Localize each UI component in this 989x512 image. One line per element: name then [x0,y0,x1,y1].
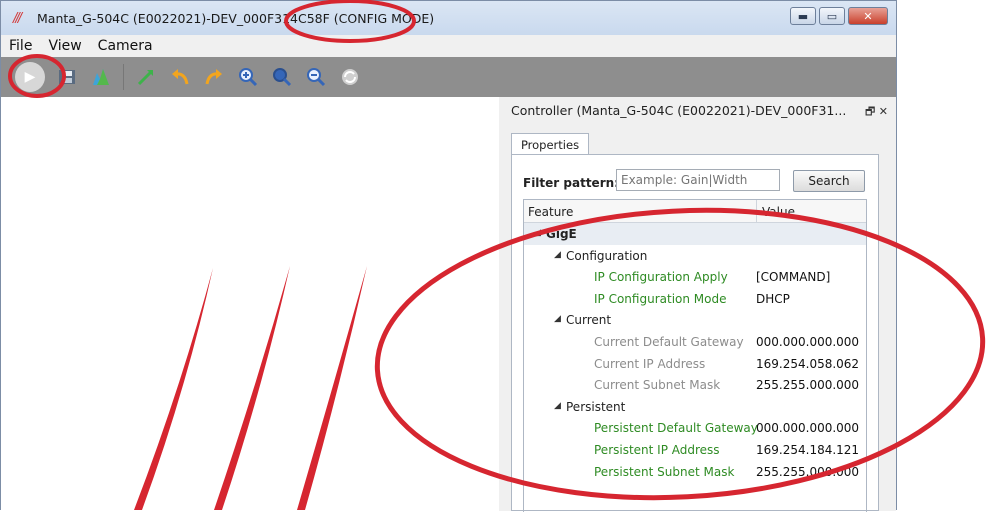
menu-view[interactable]: View [40,38,89,54]
fit-icon[interactable] [134,65,158,89]
expand-arrow-icon[interactable]: ◢ [554,250,561,260]
tree-row[interactable]: IP Configuration Apply [COMMAND] [524,266,866,288]
play-icon[interactable]: ▶ [15,62,45,92]
tree-row[interactable]: ◢ Configuration [524,245,866,267]
tree-row[interactable]: IP Configuration Mode DHCP [524,288,866,310]
expand-arrow-icon[interactable]: ◢ [534,228,541,238]
tree-row[interactable]: ◢ GigE [524,223,866,245]
tree-row[interactable]: Current IP Address 169.254.058.062 [524,353,866,375]
minimize-button[interactable]: ▬ [790,7,816,25]
tree-row[interactable]: Current Subnet Mask 255.255.000.000 [524,374,866,396]
tree-row[interactable]: ◢ Current [524,309,866,331]
tree-row[interactable]: Persistent Default Gateway 000.000.000.00… [524,417,866,439]
properties-panel: Filter pattern: Search Feature Value ◢ Gi… [511,154,879,512]
zoom-in-icon[interactable] [236,65,260,89]
tree-row[interactable]: Persistent Subnet Mask 255.255.000.000 [524,461,866,483]
title-bar: /// Manta_G-504C (E0022021)-DEV_000F314C… [1,1,896,35]
tree-row-label: Persistent IP Address [594,442,720,457]
column-divider[interactable] [756,200,757,222]
image-viewer[interactable] [1,97,500,511]
save-icon[interactable] [55,65,79,89]
controller-header: Controller (Manta_G-504C (E0022021)-DEV_… [499,97,896,123]
expand-arrow-icon[interactable]: ◢ [554,314,561,324]
menu-file[interactable]: File [1,38,40,54]
feature-tree[interactable]: Feature Value ◢ GigE ◢ Configuration IP Conf… [523,199,867,512]
tree-row-value: DHCP [756,291,790,306]
tree-row-label: Current Default Gateway [594,334,744,349]
tree-row-label: Persistent Subnet Mask [594,464,735,479]
tree-rows: ◢ GigE ◢ Configuration IP Configuration Appl… [524,223,866,482]
tree-row-label: Current Subnet Mask [594,378,721,393]
maximize-button[interactable]: ▭ [819,7,845,25]
tree-row-label: Current IP Address [594,356,706,371]
tree-row-value: [COMMAND] [756,270,831,285]
column-value[interactable]: Value [762,205,795,219]
tree-row-label: Persistent Default Gateway [594,421,758,436]
search-button[interactable]: Search [793,170,865,192]
menu-camera[interactable]: Camera [90,38,161,54]
tree-row-label: IP Configuration Mode [594,291,727,306]
tree-row-label: Persistent [566,399,626,414]
expand-arrow-icon[interactable]: ◢ [554,401,561,411]
close-button[interactable]: ✕ [848,7,888,25]
tree-row-label: IP Configuration Apply [594,270,728,285]
toolbar: ▶ [1,57,896,97]
window-controls: ▬ ▭ ✕ [790,7,888,25]
tree-row-label: Configuration [566,248,648,263]
panel-float-close-icon[interactable]: 🗗 ✕ [865,103,888,122]
tree-row-value: 169.254.184.121 [756,442,860,457]
zoom-out-icon[interactable] [304,65,328,89]
controller-panel: Controller (Manta_G-504C (E0022021)-DEV_… [499,97,896,512]
app-logo-icon: /// [13,11,22,26]
tree-header: Feature Value [524,200,866,223]
tree-row-label: GigE [546,227,577,241]
app-window: /// Manta_G-504C (E0022021)-DEV_000F314C… [0,0,897,512]
tree-row[interactable]: Persistent IP Address 169.254.184.121 [524,439,866,461]
tab-properties[interactable]: Properties [511,133,589,155]
controller-title: Controller (Manta_G-504C (E0022021)-DEV_… [511,102,847,118]
column-feature[interactable]: Feature [528,205,573,219]
rotate-left-icon[interactable] [168,65,192,89]
tree-row-value: 255.255.000.000 [756,464,860,479]
tree-row-value: 169.254.058.062 [756,356,860,371]
tree-row-value: 000.000.000.000 [756,334,860,349]
tree-row[interactable]: ◢ Persistent [524,396,866,418]
filter-pattern-input[interactable] [616,169,780,191]
filter-pattern-label: Filter pattern: [523,176,619,190]
window-title: Manta_G-504C (E0022021)-DEV_000F314C58F … [37,11,435,26]
zoom-fit-icon[interactable] [270,65,294,89]
refresh-icon[interactable] [338,65,362,89]
histogram-icon[interactable] [89,65,113,89]
toolbar-separator [123,64,124,90]
tree-row-label: Current [566,313,612,328]
menu-bar: File View Camera [1,35,896,57]
tree-row[interactable]: Current Default Gateway 000.000.000.000 [524,331,866,353]
rotate-right-icon[interactable] [202,65,226,89]
tree-row-value: 000.000.000.000 [756,421,860,436]
tree-row-value: 255.255.000.000 [756,378,860,393]
